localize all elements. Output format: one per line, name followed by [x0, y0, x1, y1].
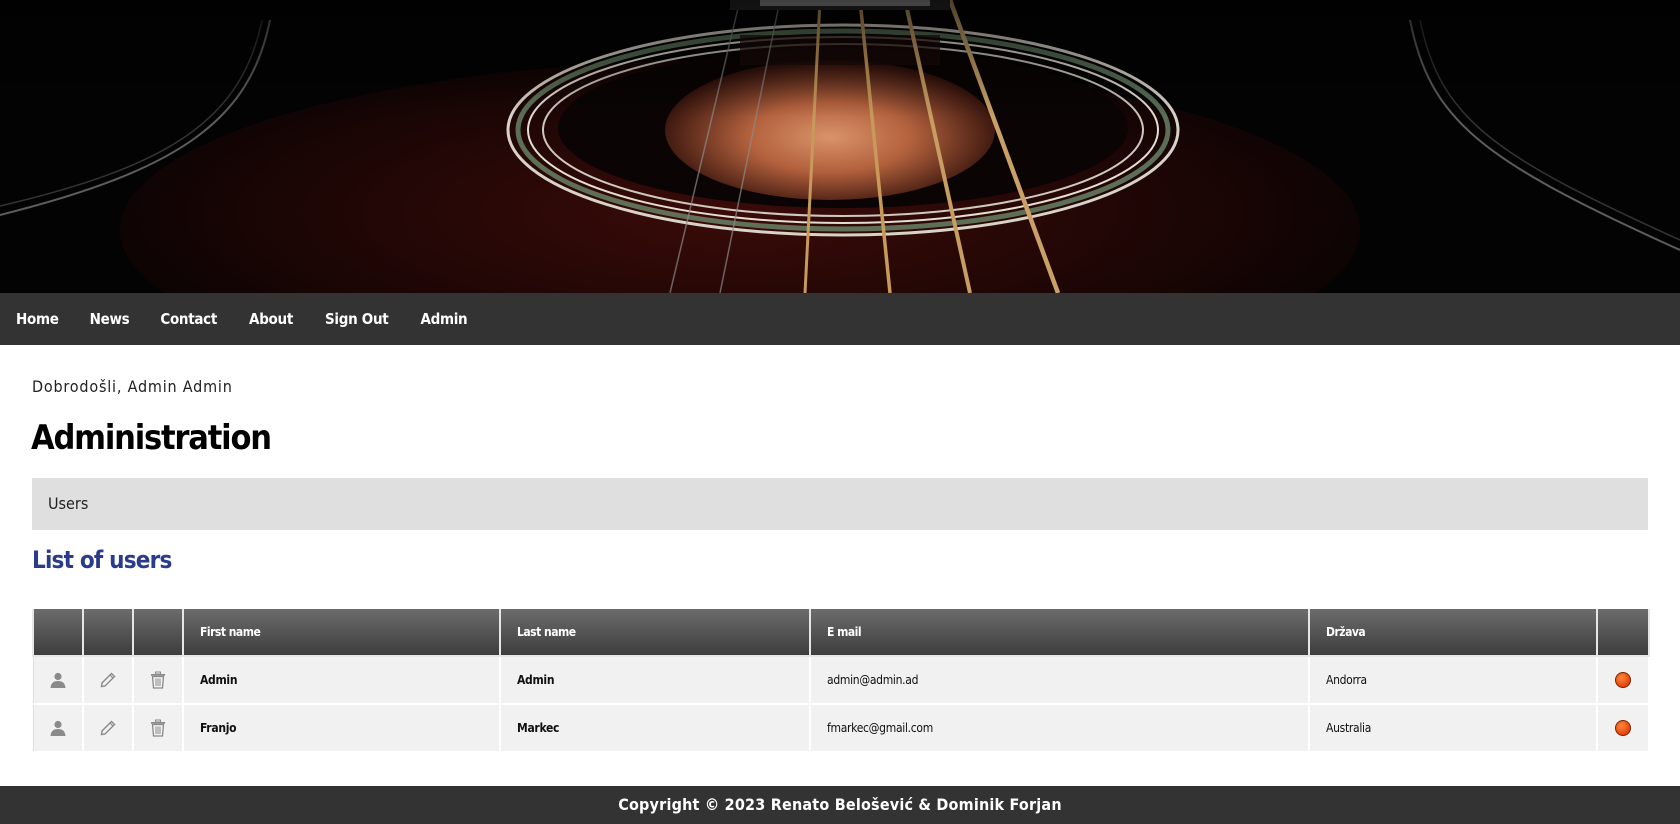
- user-icon[interactable]: [49, 719, 67, 737]
- edit-user-cell[interactable]: [82, 703, 134, 753]
- country-cell: Australia: [1308, 703, 1598, 753]
- view-user-cell[interactable]: [32, 655, 84, 705]
- trash-icon[interactable]: [150, 671, 166, 689]
- nav-item-news[interactable]: News: [90, 293, 130, 345]
- column-header-first-name[interactable]: First name: [182, 609, 501, 657]
- last-name-cell: Admin: [499, 655, 811, 705]
- first-name-cell: Admin: [182, 655, 501, 705]
- pencil-icon[interactable]: [100, 672, 116, 688]
- column-header-email[interactable]: E mail: [809, 609, 1310, 657]
- nav-item-sign-out[interactable]: Sign Out: [325, 293, 389, 345]
- column-header-last-name[interactable]: Last name: [499, 609, 811, 657]
- delete-user-cell[interactable]: [132, 703, 184, 753]
- nav-item-admin[interactable]: Admin: [420, 293, 467, 345]
- view-user-cell[interactable]: [32, 703, 84, 753]
- first-name-cell: Franjo: [182, 703, 501, 753]
- status-cell: [1596, 703, 1650, 753]
- page-title: Administration: [31, 418, 272, 458]
- edit-user-cell[interactable]: [82, 655, 134, 705]
- tab-users-label: Users: [48, 494, 89, 513]
- nav-item-contact[interactable]: Contact: [160, 293, 217, 345]
- tab-users[interactable]: Users: [32, 478, 1648, 530]
- table-row: Franjo Markec fmarkec@gmail.com Australi…: [32, 703, 1650, 753]
- column-header-delete: [132, 609, 184, 657]
- user-icon[interactable]: [49, 671, 67, 689]
- trash-icon[interactable]: [150, 719, 166, 737]
- main-nav: Home News Contact About Sign Out Admin: [0, 293, 1680, 345]
- status-cell: [1596, 655, 1650, 705]
- copyright-text: Copyright © 2023 Renato Belošević & Domi…: [618, 795, 1062, 814]
- page: Home News Contact About Sign Out Admin D…: [0, 0, 1680, 824]
- country-cell: Andorra: [1308, 655, 1598, 705]
- status-indicator-icon: [1615, 720, 1631, 736]
- nav-item-about[interactable]: About: [249, 293, 293, 345]
- welcome-message: Dobrodošli, Admin Admin: [32, 377, 233, 396]
- pencil-icon[interactable]: [100, 720, 116, 736]
- column-header-country[interactable]: Država: [1308, 609, 1598, 657]
- delete-user-cell[interactable]: [132, 655, 184, 705]
- column-header-edit: [82, 609, 134, 657]
- table-row: Admin Admin admin@admin.ad Andorra: [32, 655, 1650, 705]
- nav-item-home[interactable]: Home: [16, 293, 59, 345]
- list-of-users-heading: List of users: [32, 546, 172, 574]
- email-cell: fmarkec@gmail.com: [809, 703, 1310, 753]
- footer: Copyright © 2023 Renato Belošević & Domi…: [0, 786, 1680, 824]
- header-banner: [0, 0, 1680, 293]
- users-table: First name Last name E mail Država Admin…: [32, 609, 1650, 753]
- guitar-soundhole-image: [0, 0, 1680, 293]
- column-header-view: [32, 609, 84, 657]
- email-cell: admin@admin.ad: [809, 655, 1310, 705]
- table-header-row: First name Last name E mail Država: [32, 609, 1650, 657]
- status-indicator-icon: [1615, 672, 1631, 688]
- column-header-status: [1596, 609, 1650, 657]
- last-name-cell: Markec: [499, 703, 811, 753]
